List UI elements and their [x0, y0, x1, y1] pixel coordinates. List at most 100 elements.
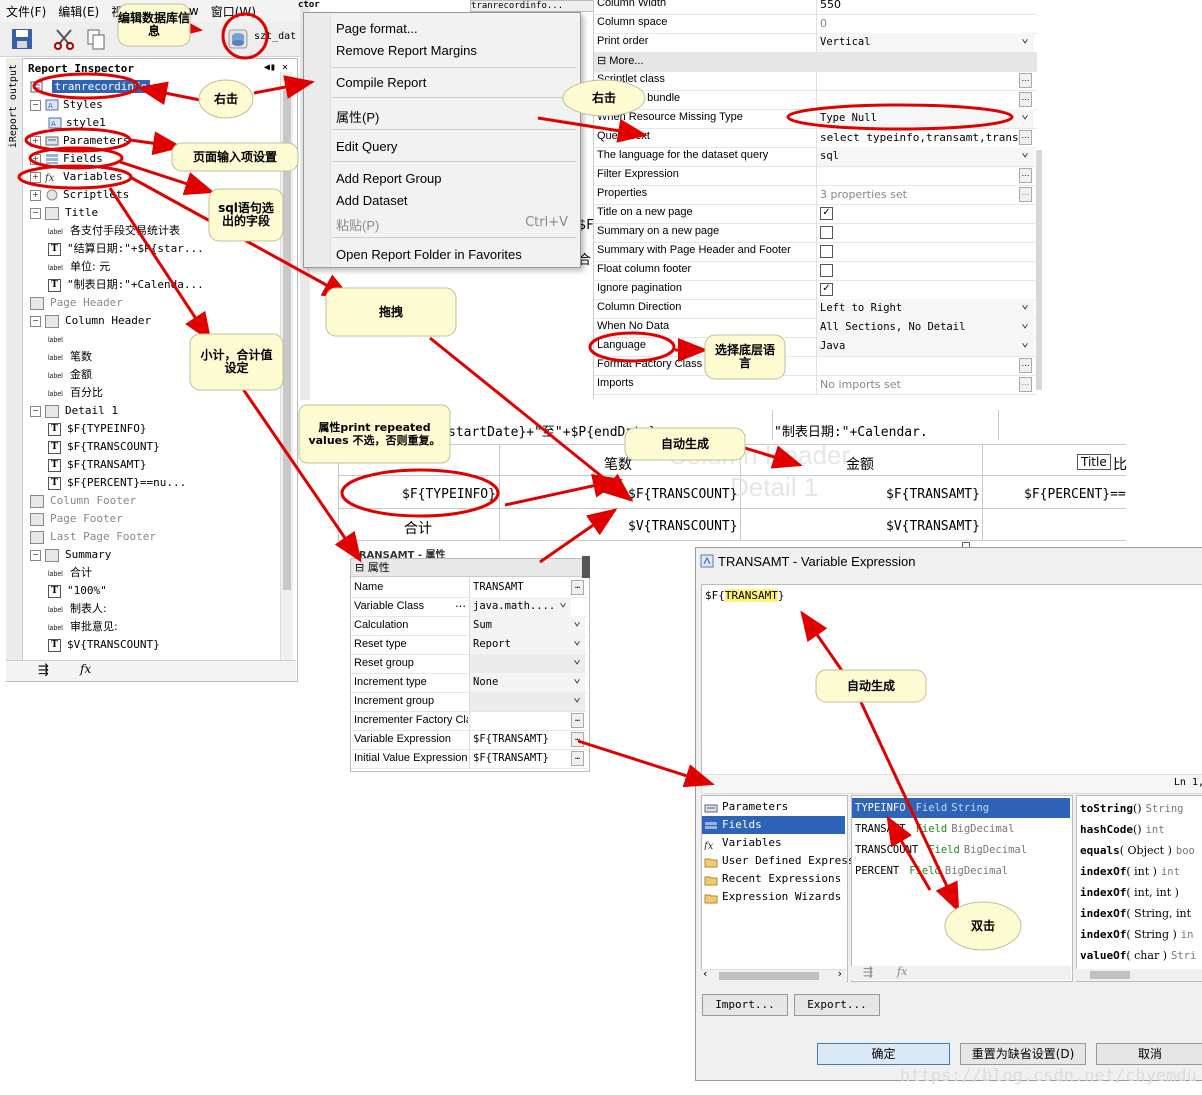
tree-item[interactable]: T $F{TYPEINFO}	[48, 420, 146, 438]
method-list-item[interactable]: equals( Object ) boo	[1080, 840, 1195, 861]
property-value[interactable]: 0	[816, 14, 1034, 33]
expression-category[interactable]: Parameters	[704, 798, 788, 816]
reset-defaults-button[interactable]: 重置为缺省设置(D)	[960, 1043, 1086, 1065]
property-value[interactable]: select typeinfo,transamt,trans...…	[816, 128, 1034, 147]
detail-typeinfo-field[interactable]: $F{TYPEINFO}	[402, 487, 496, 502]
ellipsis-button[interactable]: …	[571, 713, 584, 728]
property-row[interactable]: Ignore pagination ✓	[594, 280, 1037, 300]
variable-property-row[interactable]: Increment group	[351, 692, 587, 712]
field-list-item[interactable]: TRANSAMT Field BigDecimal	[852, 819, 1070, 839]
save-icon[interactable]	[10, 27, 34, 51]
property-row[interactable]: Language Java	[594, 337, 1037, 357]
scroll-left-icon[interactable]: ‹	[703, 967, 707, 980]
tree-item[interactable]: + Parameters	[30, 132, 129, 150]
ellipsis-button[interactable]: …	[455, 597, 466, 610]
property-value[interactable]: …	[816, 356, 1034, 375]
tree-item[interactable]: label 笔数	[48, 348, 92, 366]
variable-property-row[interactable]: Reset type Report	[351, 635, 587, 655]
tree-item[interactable]: label 百分比	[48, 384, 103, 402]
variable-property-row[interactable]: Incrementer Factory Cla…	[351, 711, 587, 731]
variable-property-row[interactable]: Reset group	[351, 654, 587, 674]
detail-transcount-field[interactable]: $F{TRANSCOUNT}	[628, 487, 738, 502]
tree-item[interactable]: T $V{TRANSCOUNT}	[48, 636, 160, 654]
property-row[interactable]: Column space 0	[594, 14, 1037, 34]
variable-property-value[interactable]: …	[469, 711, 585, 730]
tree-item[interactable]: + Fields	[30, 150, 103, 168]
property-value[interactable]: Java	[816, 337, 1034, 356]
variable-property-value[interactable]: java.math....	[469, 597, 571, 616]
checkbox[interactable]: ✓	[820, 207, 833, 220]
property-value[interactable]	[816, 242, 1034, 261]
header-amount-label[interactable]: 金额	[846, 454, 874, 474]
property-row[interactable]: Format Factory Class…	[594, 356, 1037, 376]
ellipsis-button[interactable]: …	[571, 751, 584, 766]
property-row[interactable]: When No Data All Sections, No Detail	[594, 318, 1037, 338]
import-button[interactable]: Import...	[702, 994, 788, 1016]
tree-item[interactable]: − Summary	[30, 546, 111, 564]
field-list-item[interactable]: TYPEINFO Field String	[852, 798, 1070, 818]
property-row[interactable]: Float column footer	[594, 261, 1037, 281]
property-value[interactable]	[816, 261, 1034, 280]
property-value[interactable]: ✓	[816, 280, 1034, 299]
checkbox[interactable]	[820, 226, 833, 239]
context-menu-item[interactable]: Remove Report Margins	[336, 43, 477, 58]
property-value[interactable]: Type Null	[816, 109, 1034, 128]
ellipsis-button[interactable]: …	[571, 580, 584, 595]
categories-scroll-thumb[interactable]	[719, 972, 819, 980]
detail-transamt-field[interactable]: $F{TRANSAMT}	[886, 487, 980, 502]
side-tab-ireport[interactable]: iReport	[8, 106, 19, 148]
property-value[interactable]: sql	[816, 147, 1034, 166]
property-value[interactable]: All Sections, No Detail	[816, 318, 1034, 337]
property-row[interactable]: Imports No imports set…	[594, 375, 1037, 395]
variable-property-value[interactable]: $F{TRANSAMT}…	[469, 749, 585, 768]
property-row[interactable]: Column Width 550	[594, 0, 1037, 15]
tree-item[interactable]: − Detail 1	[30, 402, 118, 420]
property-row[interactable]: Scriptlet class…	[594, 71, 1037, 91]
ellipsis-button[interactable]: …	[1019, 168, 1032, 183]
tree-item[interactable]: Page Footer	[30, 510, 123, 528]
property-value[interactable]: 3 properties set…	[816, 185, 1034, 204]
cancel-button[interactable]: 取消	[1096, 1043, 1202, 1065]
fields-icon[interactable]: ⇶	[863, 965, 873, 979]
summary-total-label[interactable]: 合计	[404, 518, 432, 538]
variable-property-row[interactable]: Variable Expression $F{TRANSAMT}…	[351, 730, 587, 750]
tree-item[interactable]: T $F{TRANSCOUNT}	[48, 438, 160, 456]
expand-toggle-icon[interactable]: −	[30, 315, 41, 327]
property-row[interactable]: The language for the dataset query sql	[594, 147, 1037, 167]
property-value[interactable]: …	[816, 166, 1034, 185]
menu-item-1[interactable]: 编辑(E)	[52, 3, 105, 20]
categories-scrollbar[interactable]: ‹ ›	[701, 967, 846, 982]
ellipsis-button[interactable]: …	[1019, 73, 1032, 88]
context-menu-item[interactable]: Edit Query	[336, 139, 397, 154]
tree-item[interactable]: label 合计	[48, 564, 92, 582]
header-percent-label[interactable]: 比	[1113, 454, 1127, 474]
variable-property-row[interactable]: Name TRANSAMT…	[351, 578, 587, 598]
expand-toggle-icon[interactable]: +	[30, 153, 41, 165]
tree-item[interactable]: − Column Header	[30, 312, 151, 330]
variable-property-value[interactable]	[469, 692, 585, 711]
property-row[interactable]: Print order Vertical	[594, 33, 1037, 53]
variable-props-header[interactable]: ⊟ 属性	[351, 559, 587, 577]
tree-item[interactable]: + fx Variables	[30, 168, 123, 186]
method-list-item[interactable]: valueOf( char ) Stri	[1080, 945, 1196, 966]
tree-item[interactable]: label 各支付手段交易统计表	[48, 222, 180, 240]
panel-grip[interactable]	[582, 556, 590, 578]
expand-toggle-icon[interactable]: +	[30, 135, 41, 147]
fields-icon[interactable]: ⇶	[38, 663, 49, 678]
summary-transamt-field[interactable]: $V{TRANSAMT}	[886, 519, 980, 534]
ellipsis-button[interactable]: …	[1019, 377, 1032, 392]
property-value[interactable]	[816, 223, 1034, 242]
property-value[interactable]: Vertical	[816, 33, 1034, 52]
tree-item[interactable]: label 制表人:	[48, 600, 107, 618]
menu-item-0[interactable]: 文件(F)	[0, 3, 52, 20]
expand-toggle-icon[interactable]: +	[30, 171, 41, 183]
ellipsis-button[interactable]: …	[1019, 187, 1032, 202]
property-row[interactable]: Resource bundle…	[594, 90, 1037, 110]
tree-item[interactable]: T $F{PERCENT}==nu...	[48, 474, 186, 492]
variable-property-row[interactable]: Calculation Sum	[351, 616, 587, 636]
datasource-combo[interactable]: szt_dat	[254, 31, 296, 42]
ellipsis-button[interactable]: …	[1019, 130, 1032, 145]
context-menu-item[interactable]: 粘贴(P)	[336, 215, 379, 234]
export-button[interactable]: Export...	[794, 994, 880, 1016]
property-value[interactable]: …	[816, 90, 1034, 109]
